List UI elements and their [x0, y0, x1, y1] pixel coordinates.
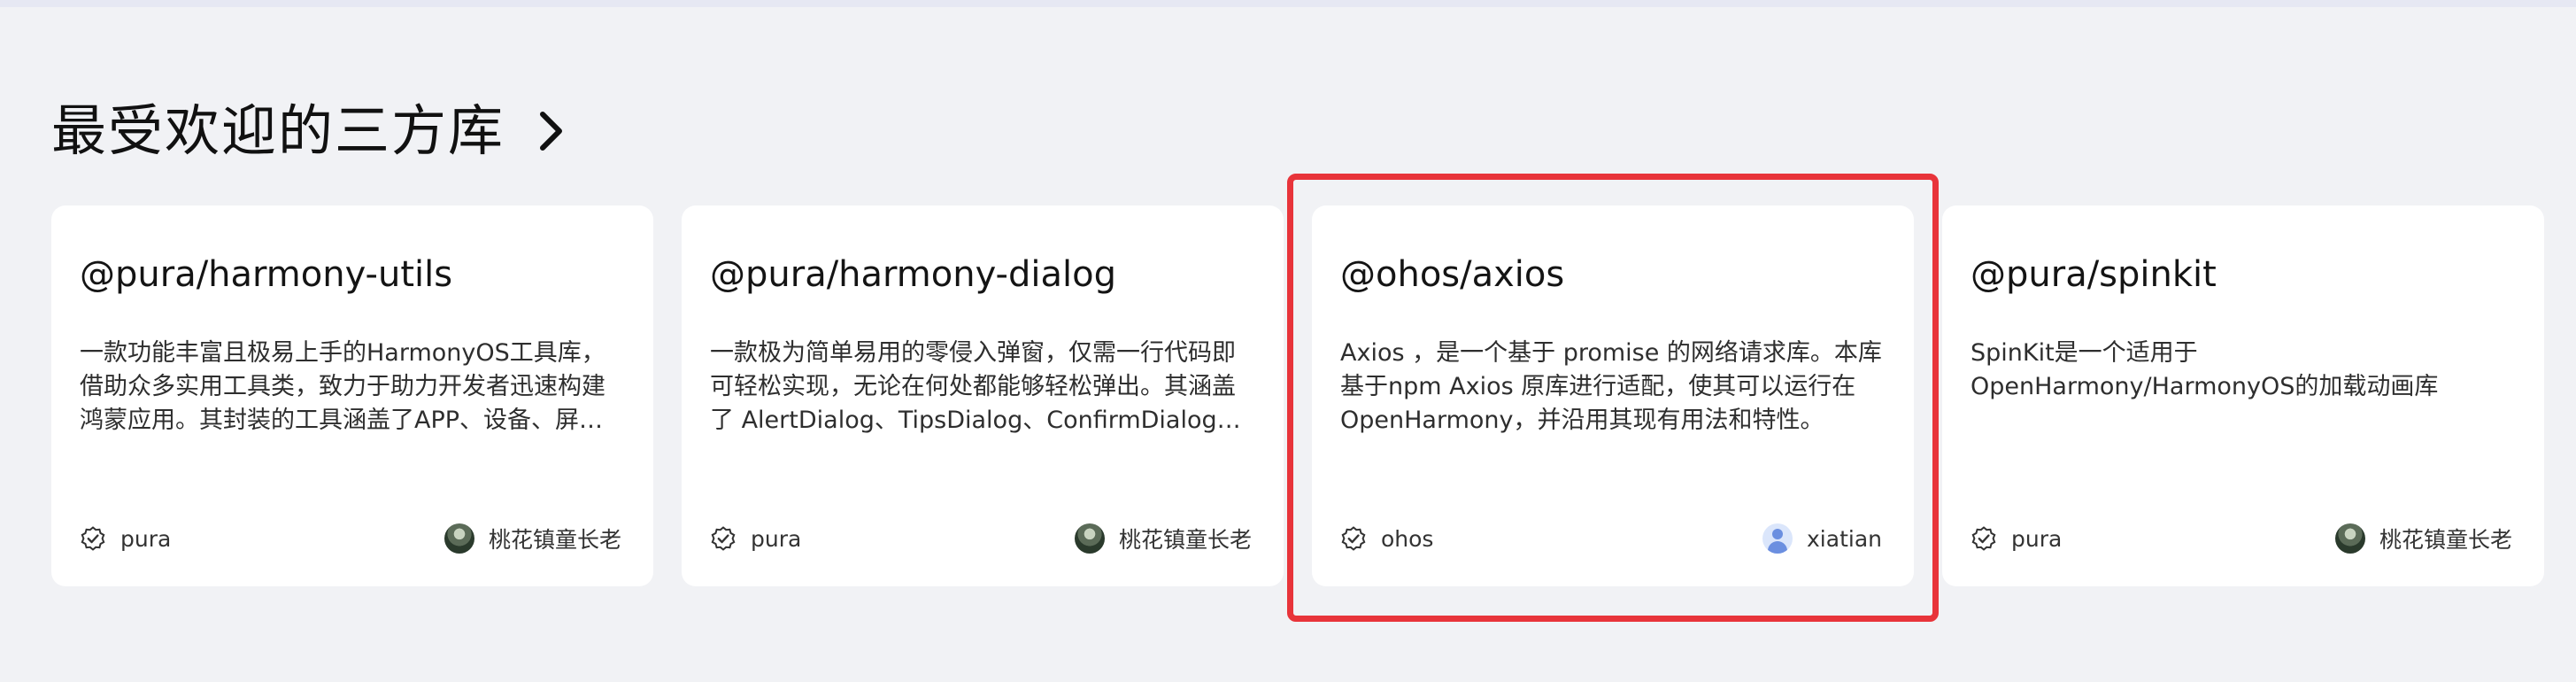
publisher[interactable]: pura	[80, 525, 171, 552]
card-footer: pura 桃花镇童长老	[710, 521, 1252, 556]
verified-badge-icon	[1340, 525, 1367, 552]
avatar	[1074, 523, 1105, 554]
section-header: 最受欢迎的三方库	[51, 96, 570, 167]
card-footer: ohos xiatian	[1340, 521, 1882, 556]
card-footer: pura 桃花镇童长老	[80, 521, 621, 556]
author-name: 桃花镇童长老	[2379, 527, 2512, 553]
verified-badge-icon	[710, 525, 737, 552]
publisher-name: pura	[120, 525, 172, 552]
author-name: 桃花镇童长老	[488, 527, 621, 553]
avatar	[1762, 523, 1793, 554]
library-card[interactable]: @pura/spinkit SpinKit是一个适用于OpenHarmony/H…	[1942, 205, 2544, 586]
library-name[interactable]: @pura/harmony-dialog	[710, 250, 1116, 299]
chevron-right-icon[interactable]	[531, 112, 570, 151]
author-name: 桃花镇童长老	[1118, 527, 1252, 553]
author[interactable]: 桃花镇童长老	[1074, 523, 1252, 554]
author[interactable]: 桃花镇童长老	[443, 523, 621, 554]
verified-badge-icon	[1971, 525, 1997, 552]
library-description: SpinKit是一个适用于OpenHarmony/HarmonyOS的加载动画库	[1971, 339, 2439, 400]
author[interactable]: 桃花镇童长老	[2334, 523, 2512, 554]
library-card[interactable]: @ohos/axios Axios ，是一个基于 promise 的网络请求库。…	[1287, 174, 1939, 622]
publisher[interactable]: pura	[710, 525, 801, 552]
publisher[interactable]: pura	[1971, 525, 2062, 552]
publisher-name: ohos	[1381, 525, 1434, 552]
library-description: 一款极为简单易用的零侵入弹窗，仅需一行代码即可轻松实现，无论在何处都能够轻松弹出…	[710, 339, 1241, 434]
library-card-list: @pura/harmony-utils 一款功能丰富且极易上手的HarmonyO…	[51, 174, 2544, 622]
library-name[interactable]: @pura/spinkit	[1971, 250, 2217, 299]
publisher-name: pura	[2011, 525, 2063, 552]
avatar	[443, 523, 474, 554]
author-name: xiatian	[1807, 525, 1882, 552]
publisher-name: pura	[751, 525, 802, 552]
library-description: 一款功能丰富且极易上手的HarmonyOS工具库，借助众多实用工具类，致力于助力…	[80, 339, 605, 434]
verified-badge-icon	[80, 525, 106, 552]
publisher[interactable]: ohos	[1340, 525, 1433, 552]
section-title[interactable]: 最受欢迎的三方库	[51, 96, 505, 167]
library-card[interactable]: @pura/harmony-utils 一款功能丰富且极易上手的HarmonyO…	[51, 205, 653, 586]
author[interactable]: xiatian	[1762, 523, 1882, 554]
library-description: Axios ，是一个基于 promise 的网络请求库。本库基于npm Axio…	[1340, 339, 1882, 434]
library-card[interactable]: @pura/harmony-dialog 一款极为简单易用的零侵入弹窗，仅需一行…	[682, 205, 1284, 586]
library-name[interactable]: @pura/harmony-utils	[80, 250, 452, 299]
top-strip	[0, 0, 2576, 7]
card-footer: pura 桃花镇童长老	[1971, 521, 2512, 556]
library-name[interactable]: @ohos/axios	[1340, 250, 1564, 299]
avatar	[2334, 523, 2365, 554]
